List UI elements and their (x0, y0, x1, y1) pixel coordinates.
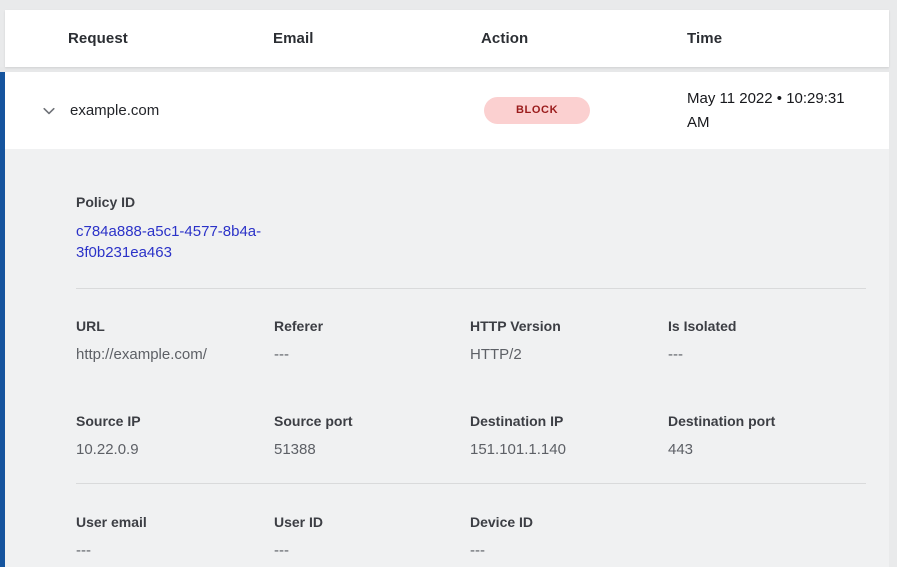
field-label: User ID (274, 512, 470, 532)
field-label: Source IP (76, 411, 274, 431)
field-destination-ip: Destination IP 151.101.1.140 (470, 411, 668, 460)
detail-row-user: User email --- User ID --- Device ID --- (76, 512, 866, 561)
field-device-id: Device ID --- (470, 512, 668, 561)
expanded-log-entry: example.com BLOCK May 11 2022 • 10:29:31… (0, 72, 889, 567)
log-table: Request Email Action Time example.com (0, 0, 889, 567)
detail-row-network: Source IP 10.22.0.9 Source port 51388 De… (76, 411, 866, 460)
field-source-ip: Source IP 10.22.0.9 (76, 411, 274, 460)
field-label: Destination port (668, 411, 866, 431)
table-row[interactable]: example.com BLOCK May 11 2022 • 10:29:31… (5, 72, 889, 149)
field-url: URL http://example.com/ (76, 316, 274, 365)
field-user-id: User ID --- (274, 512, 470, 561)
field-http-version: HTTP Version HTTP/2 (470, 316, 668, 365)
column-header-action: Action (481, 30, 687, 47)
field-value: http://example.com/ (76, 344, 274, 365)
column-header-request: Request (5, 30, 273, 47)
field-value: 443 (668, 439, 866, 460)
field-value: --- (668, 344, 866, 365)
field-label: Is Isolated (668, 316, 866, 336)
chevron-down-icon[interactable] (41, 103, 57, 119)
field-user-email: User email --- (76, 512, 274, 561)
field-value: --- (76, 540, 274, 561)
field-referer: Referer --- (274, 316, 470, 365)
field-value: HTTP/2 (470, 344, 668, 365)
field-label: Device ID (470, 512, 668, 532)
section-divider (76, 288, 866, 289)
field-value: --- (274, 344, 470, 365)
detail-row-http: URL http://example.com/ Referer --- HTTP… (76, 316, 866, 365)
log-detail-panel: Policy ID c784a888-a5c1-4577-8b4a-3f0b23… (5, 149, 889, 567)
status-badge-block: BLOCK (484, 97, 590, 124)
field-label: Source port (274, 411, 470, 431)
time-cell: May 11 2022 • 10:29:31 AM (687, 87, 865, 135)
field-value: --- (274, 540, 470, 561)
log-table-page: Request Email Action Time example.com (0, 0, 897, 567)
field-label: URL (76, 316, 274, 336)
field-label: HTTP Version (470, 316, 668, 336)
policy-id-link[interactable]: c784a888-a5c1-4577-8b4a-3f0b231ea463 (76, 221, 276, 263)
field-source-port: Source port 51388 (274, 411, 470, 460)
field-value: --- (470, 540, 668, 561)
field-is-isolated: Is Isolated --- (668, 316, 866, 365)
action-cell: BLOCK (481, 97, 687, 124)
policy-id-field: Policy ID c784a888-a5c1-4577-8b4a-3f0b23… (76, 192, 866, 263)
column-header-email: Email (273, 30, 481, 47)
section-divider (76, 483, 866, 484)
field-label: User email (76, 512, 274, 532)
policy-id-label: Policy ID (76, 192, 866, 212)
field-value: 10.22.0.9 (76, 439, 274, 460)
field-destination-port: Destination port 443 (668, 411, 866, 460)
field-label: Referer (274, 316, 470, 336)
field-value: 51388 (274, 439, 470, 460)
request-cell: example.com (5, 102, 273, 119)
request-domain: example.com (70, 102, 159, 119)
field-value: 151.101.1.140 (470, 439, 668, 460)
column-header-time: Time (687, 30, 889, 47)
table-header-row: Request Email Action Time (5, 10, 889, 67)
field-label: Destination IP (470, 411, 668, 431)
